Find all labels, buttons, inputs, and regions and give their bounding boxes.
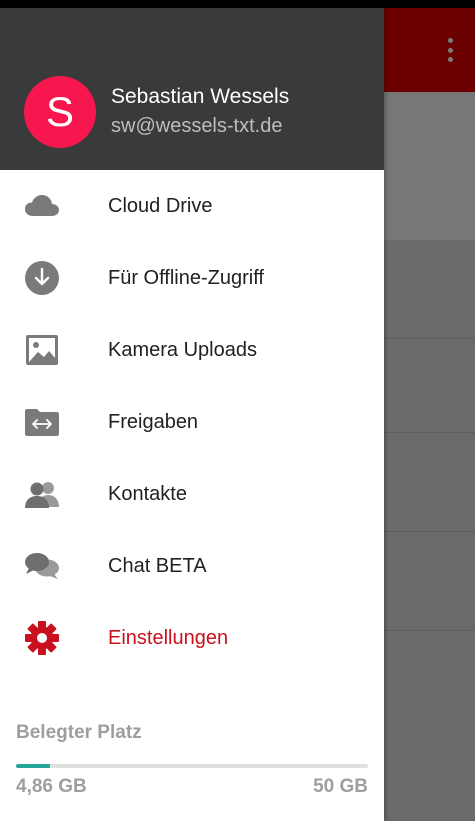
storage-progress-bar bbox=[16, 764, 368, 768]
nav-item-label: Cloud Drive bbox=[108, 194, 213, 217]
overflow-menu-icon[interactable] bbox=[447, 38, 453, 62]
offline-download-icon bbox=[24, 260, 60, 296]
nav-item-shares[interactable]: Freigaben bbox=[0, 386, 384, 458]
storage-title: Belegter Platz bbox=[16, 722, 142, 743]
nav-item-label: Kontakte bbox=[108, 482, 187, 505]
nav-item-label: Für Offline-Zugriff bbox=[108, 266, 264, 289]
nav-item-label: Freigaben bbox=[108, 410, 199, 433]
nav-item-contacts[interactable]: Kontakte bbox=[0, 458, 384, 530]
screen: S Sebastian Wessels sw@wessels-txt.de Cl… bbox=[0, 0, 475, 821]
cloud-icon bbox=[24, 188, 60, 224]
navigation-drawer: S Sebastian Wessels sw@wessels-txt.de Cl… bbox=[0, 8, 384, 821]
nav-item-label: Einstellungen bbox=[108, 626, 229, 649]
divider bbox=[384, 531, 475, 532]
nav-item-label: Chat BETA bbox=[108, 554, 207, 577]
image-icon bbox=[24, 332, 60, 368]
contacts-icon bbox=[24, 476, 60, 512]
avatar[interactable]: S bbox=[24, 76, 96, 148]
divider bbox=[384, 338, 475, 339]
storage-progress-fill bbox=[16, 764, 51, 768]
nav-item-offline[interactable]: Für Offline-Zugriff bbox=[0, 242, 384, 314]
drawer-menu: Cloud Drive Für Offline-Zugriff Kamera U… bbox=[0, 170, 384, 674]
storage-used: 4,86 GB bbox=[16, 776, 87, 797]
user-email: sw@wessels-txt.de bbox=[111, 115, 283, 137]
divider bbox=[384, 630, 475, 631]
user-name: Sebastian Wessels bbox=[111, 85, 290, 108]
storage-total: 50 GB bbox=[313, 776, 368, 797]
divider bbox=[384, 432, 475, 433]
nav-item-label: Kamera Uploads bbox=[108, 338, 257, 361]
drawer-header[interactable]: S Sebastian Wessels sw@wessels-txt.de bbox=[0, 8, 384, 170]
settings-gear-icon bbox=[24, 620, 60, 656]
nav-item-cloud-drive[interactable]: Cloud Drive bbox=[0, 170, 384, 242]
nav-item-chat[interactable]: Chat BETA bbox=[0, 530, 384, 602]
shared-folder-icon bbox=[24, 404, 60, 440]
status-bar bbox=[0, 0, 475, 8]
nav-item-settings[interactable]: Einstellungen bbox=[0, 602, 384, 674]
nav-item-camera-uploads[interactable]: Kamera Uploads bbox=[0, 314, 384, 386]
chat-icon bbox=[24, 548, 60, 584]
